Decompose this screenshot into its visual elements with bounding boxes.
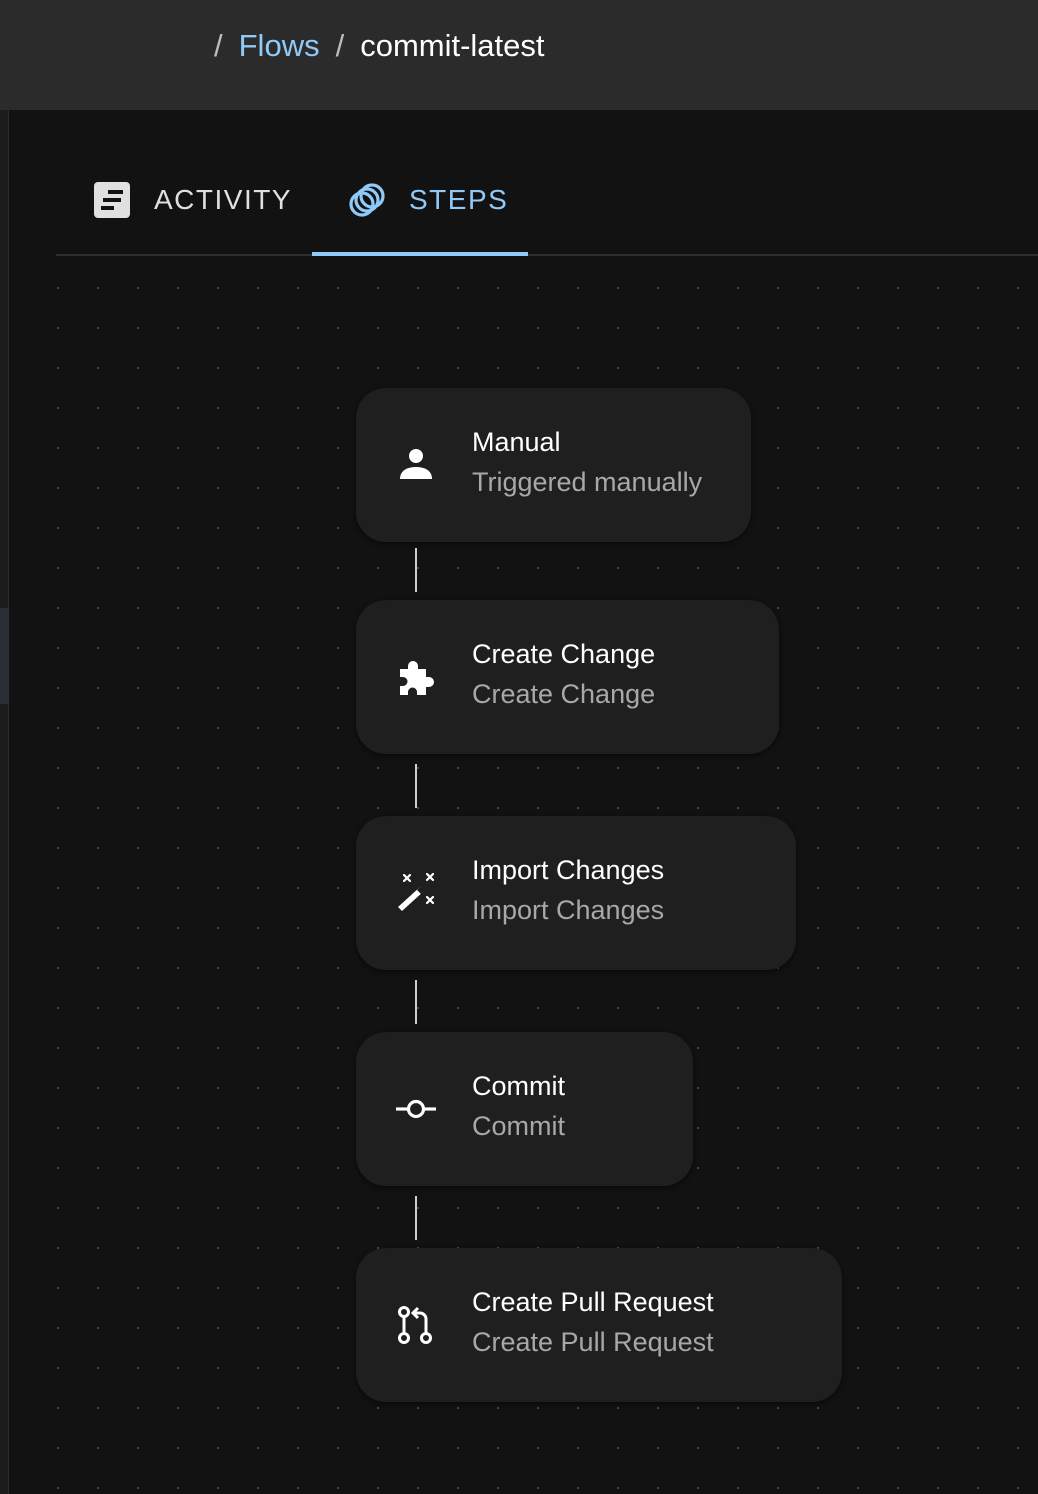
side-drawer-handle[interactable]: [0, 608, 9, 704]
step-node-create-pull-request[interactable]: Create Pull Request Create Pull Request: [356, 1248, 842, 1402]
tab-activity[interactable]: ACTIVITY: [92, 146, 292, 254]
tab-steps-label: STEPS: [409, 184, 509, 215]
step-node-manual[interactable]: Manual Triggered manually: [356, 388, 751, 542]
step-title: Create Pull Request: [472, 1287, 714, 1317]
breadcrumb-separator: /: [335, 28, 345, 63]
step-subtitle: Triggered manually: [472, 467, 703, 497]
step-title: Create Change: [472, 639, 656, 669]
pull-request-icon: [394, 1303, 438, 1347]
step-subtitle: Create Pull Request: [472, 1327, 714, 1357]
top-bar: / Flows / commit-latest: [0, 0, 1038, 110]
tab-steps[interactable]: STEPS: [312, 146, 528, 254]
tab-activity-label: ACTIVITY: [154, 184, 293, 215]
step-subtitle: Commit: [472, 1111, 565, 1141]
step-title: Commit: [472, 1071, 565, 1101]
steps-rings-icon: [347, 180, 387, 220]
step-connector: [415, 1196, 417, 1240]
activity-list-icon: [92, 180, 132, 220]
breadcrumb-link-flows[interactable]: Flows: [239, 28, 320, 64]
breadcrumb: / Flows / commit-latest: [214, 28, 545, 64]
step-subtitle: Create Change: [472, 679, 656, 709]
step-connector: [415, 980, 417, 1024]
magic-wand-icon: [394, 871, 438, 915]
step-title: Manual: [472, 427, 561, 457]
active-tab-indicator: [312, 252, 528, 256]
person-icon: [394, 443, 438, 487]
step-connector: [415, 764, 417, 808]
step-connector: [415, 548, 417, 592]
puzzle-icon: [394, 655, 438, 699]
step-node-create-change[interactable]: Create Change Create Change: [356, 600, 779, 754]
commit-icon: [394, 1087, 438, 1131]
step-node-import-changes[interactable]: Import Changes Import Changes: [356, 816, 796, 970]
step-subtitle: Import Changes: [472, 895, 665, 925]
step-title: Import Changes: [472, 855, 665, 885]
side-drawer-edge: [0, 110, 9, 1494]
breadcrumb-current: commit-latest: [360, 28, 545, 63]
step-node-commit[interactable]: Commit Commit: [356, 1032, 693, 1186]
tab-bar: ACTIVITY STEPS: [56, 146, 1038, 256]
breadcrumb-separator: /: [214, 28, 223, 63]
